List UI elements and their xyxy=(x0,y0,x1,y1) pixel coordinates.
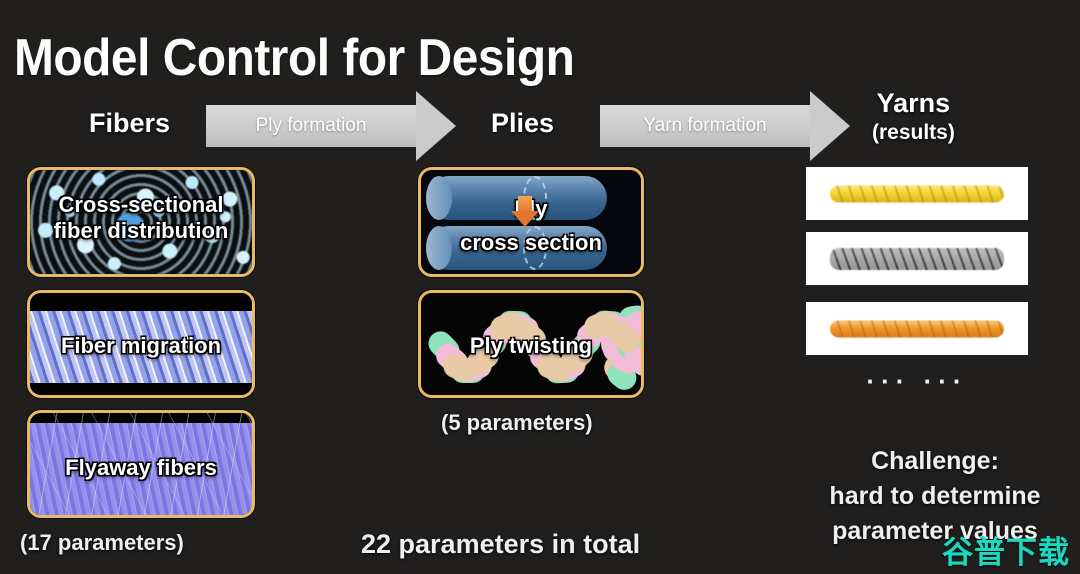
fibers-parameter-count: (17 parameters) xyxy=(20,530,184,555)
stray-fiber-lines xyxy=(30,413,252,515)
yarn-strand-image xyxy=(830,247,1004,270)
yarn-strand-image xyxy=(830,185,1004,202)
challenge-line2: hard to determine xyxy=(829,482,1041,510)
cylinder-bottom-shape xyxy=(426,226,607,270)
cross-section-speckle-image xyxy=(30,170,252,274)
arrow-ply-formation: Ply formation xyxy=(206,91,456,161)
yarn-results-ellipsis: ··· ··· xyxy=(866,366,968,396)
card-ply-cross-section: Ply cross section xyxy=(418,167,644,277)
card-cross-sectional-fiber-distribution: Cross-sectional fiber distribution xyxy=(27,167,255,277)
total-parameters-caption: 22 parameters in total xyxy=(361,529,641,559)
card-flyaway-fibers: Flyaway fibers xyxy=(27,410,255,518)
flyaway-fiber-mass-image xyxy=(30,413,252,515)
yarns-heading-text: Yarns xyxy=(876,88,951,118)
arrow-label-yarn-formation: Yarn formation xyxy=(643,115,767,136)
cylinder-cap-icon xyxy=(426,176,452,220)
plies-parameter-count: (5 parameters) xyxy=(441,410,593,435)
page-title: Model Control for Design xyxy=(14,29,575,87)
yarn-result-panel-gray xyxy=(806,232,1028,285)
yarn-result-panel-yellow xyxy=(806,167,1028,220)
yarn-result-panel-orange xyxy=(806,302,1028,355)
yarns-subheading-text: (results) xyxy=(872,121,955,144)
twisted-fiber-bundle-image xyxy=(30,293,252,395)
column-heading-fibers: Fibers xyxy=(89,108,171,138)
arrow-shape-icon: Yarn formation xyxy=(600,91,850,161)
card-fiber-migration: Fiber migration xyxy=(27,290,255,398)
arrow-yarn-formation: Yarn formation xyxy=(600,91,850,161)
column-heading-yarns: Yarns (results) xyxy=(872,88,955,145)
twisted-strands-image xyxy=(421,293,641,395)
cross-section-dashed-ellipse-icon xyxy=(523,226,547,270)
arrow-label-ply-formation: Ply formation xyxy=(255,115,367,136)
challenge-line1: Challenge: xyxy=(871,447,999,475)
card-ply-twisting: Ply twisting xyxy=(418,290,644,398)
yarn-strand-image xyxy=(830,320,1004,337)
slide-canvas: Model Control for Design Fibers Plies Ya… xyxy=(0,0,1080,574)
watermark-text: 谷普下载 xyxy=(942,535,1070,570)
column-heading-plies: Plies xyxy=(491,108,555,138)
cylinder-cap-icon xyxy=(426,226,452,270)
fiber-band-shape xyxy=(30,311,252,383)
arrow-shape-icon: Ply formation xyxy=(206,91,456,161)
